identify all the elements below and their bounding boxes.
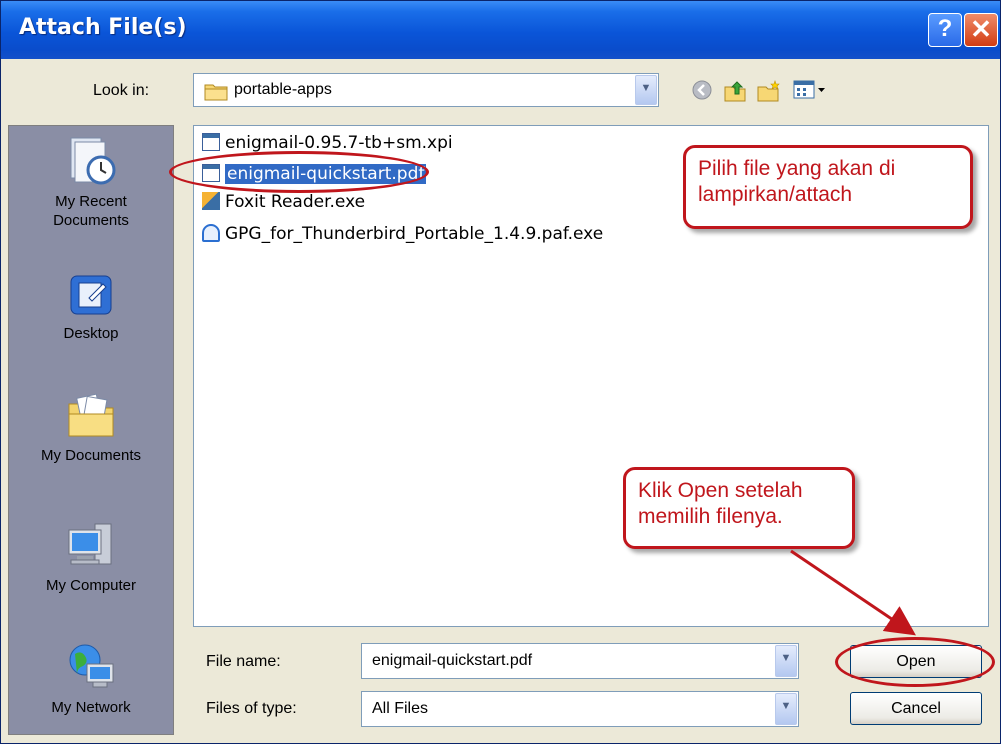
- open-note: Klik Open setelah memilih filenya.: [638, 479, 803, 528]
- title-bar[interactable]: Attach File(s) ? ✕: [1, 1, 1000, 59]
- my-computer-icon: [68, 523, 112, 565]
- views-menu-icon: [793, 80, 825, 99]
- place-label-my-documents: My Documents: [40, 447, 142, 464]
- xpi-file-icon: [202, 133, 220, 151]
- close-button[interactable]: ✕: [964, 13, 998, 47]
- place-desktop[interactable]: Desktop: [9, 272, 173, 343]
- recent-documents-icon: [70, 137, 116, 185]
- new-folder-icon: [757, 80, 780, 102]
- file-type-label: Files of type:: [206, 700, 297, 717]
- place-my-recent-documents[interactable]: My Recent Documents: [9, 136, 173, 230]
- cancel-button[interactable]: Cancel: [850, 692, 982, 725]
- open-callout: Klik Open setelah memilih filenya.: [623, 467, 855, 549]
- back-button[interactable]: [691, 79, 713, 106]
- folder-icon: [204, 84, 228, 101]
- place-label-my-computer: My Computer: [45, 577, 137, 594]
- my-network-icon: [69, 644, 114, 688]
- up-folder-icon: [724, 81, 746, 102]
- place-label-my-network: My Network: [51, 699, 131, 716]
- file-name-input[interactable]: enigmail-quickstart.pdf ▼: [361, 643, 799, 679]
- file-name-label: File name:: [206, 653, 281, 670]
- chevron-down-icon[interactable]: ▼: [635, 75, 657, 105]
- look-in-label: Look in:: [93, 82, 150, 99]
- open-button-highlight: [835, 637, 995, 687]
- portable-app-icon: [202, 224, 220, 242]
- dialog-title: Attach File(s): [19, 15, 187, 40]
- my-documents-icon: [68, 393, 114, 437]
- place-my-computer[interactable]: My Computer: [9, 520, 173, 595]
- select-file-note: Pilih file yang akan di lampirkan/attach: [698, 157, 896, 206]
- attach-file-dialog: Attach File(s) ? ✕ Look in: portable-app…: [0, 0, 1001, 744]
- file-name-value: enigmail-quickstart.pdf: [372, 652, 533, 669]
- list-item[interactable]: GPG_for_Thunderbird_Portable_1.4.9.paf.e…: [202, 222, 603, 246]
- chevron-down-icon[interactable]: ▼: [775, 693, 797, 725]
- file-type-value: All Files: [372, 700, 429, 717]
- desktop-icon: [70, 275, 112, 315]
- close-icon: ✕: [970, 14, 992, 44]
- view-menu-button[interactable]: [793, 79, 827, 106]
- place-label-recent: My Recent Documents: [53, 193, 129, 229]
- places-bar: My Recent Documents Desktop My Documents: [8, 125, 174, 735]
- look-in-dropdown[interactable]: portable-apps ▼: [193, 73, 659, 107]
- selected-file-highlight: [169, 151, 429, 193]
- help-icon: ?: [937, 15, 953, 42]
- help-button[interactable]: ?: [928, 13, 962, 47]
- place-my-network[interactable]: My Network: [9, 640, 173, 717]
- place-label-desktop: Desktop: [63, 325, 119, 342]
- up-one-level-button[interactable]: [723, 79, 747, 108]
- chevron-down-icon[interactable]: ▼: [775, 645, 797, 677]
- back-icon: [692, 80, 712, 100]
- file-type-dropdown[interactable]: All Files ▼: [361, 691, 799, 727]
- list-item[interactable]: Foxit Reader.exe: [202, 190, 365, 214]
- select-file-callout: Pilih file yang akan di lampirkan/attach: [683, 145, 973, 229]
- place-my-documents[interactable]: My Documents: [9, 392, 173, 465]
- foxit-app-icon: [202, 192, 220, 210]
- look-in-value: portable-apps: [234, 81, 332, 98]
- create-new-folder-button[interactable]: [756, 79, 780, 108]
